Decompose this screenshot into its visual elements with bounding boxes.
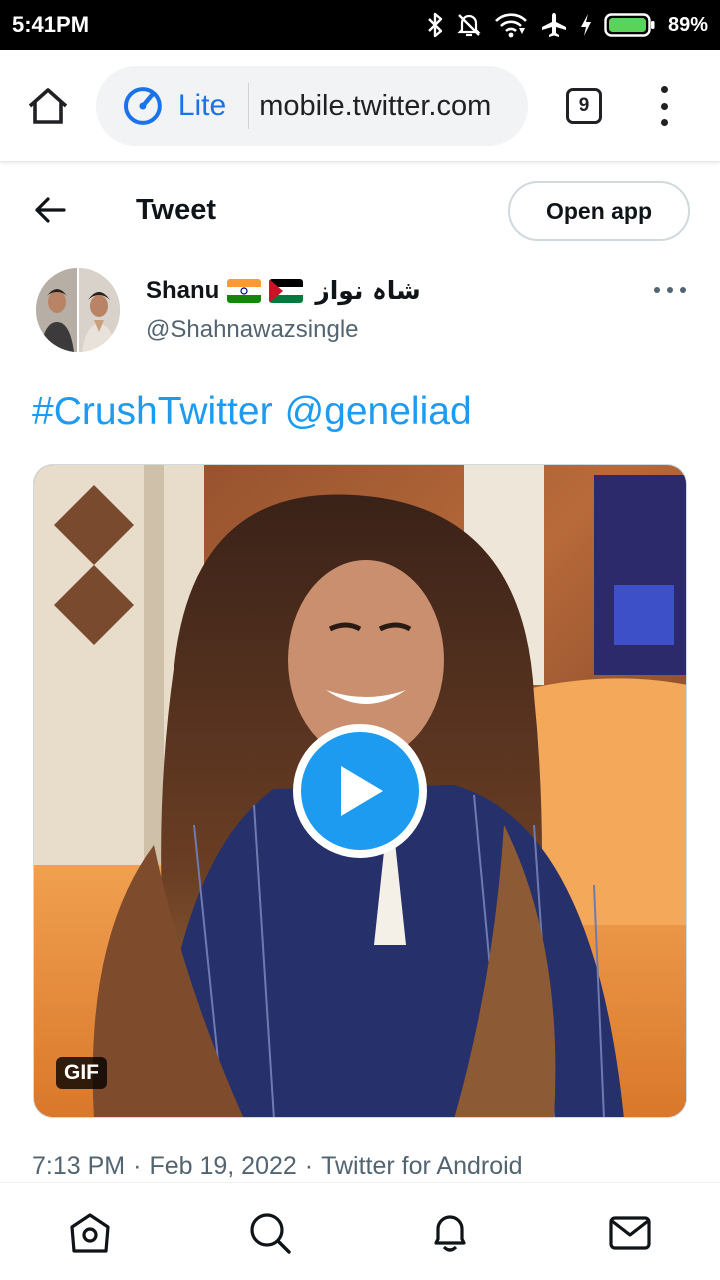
battery-icon [604, 13, 655, 37]
bell-muted-icon [457, 14, 481, 37]
author-name-urdu: شاہ نواز [315, 276, 421, 305]
url-divider [248, 83, 250, 129]
avatar-image [36, 268, 120, 352]
author-avatar[interactable] [36, 268, 120, 352]
meta-separator: · [304, 1152, 314, 1180]
status-time: 5:41PM [12, 12, 90, 37]
bluetooth-icon [428, 12, 443, 38]
author-name-text: Shanu [146, 276, 220, 304]
page-title: Tweet [136, 194, 217, 226]
author-handle[interactable]: @Shahnawazsingle [146, 316, 359, 344]
back-arrow-icon[interactable] [34, 196, 66, 224]
meta-separator: · [133, 1152, 142, 1180]
lite-mode-icon [123, 87, 162, 125]
bell-icon[interactable] [428, 1211, 472, 1255]
india-flag-icon [227, 278, 262, 303]
hashtag-link[interactable]: #CrushTwitter [32, 390, 273, 433]
url-text[interactable]: mobile.twitter.com [259, 90, 528, 123]
author-name[interactable]: Shanu شاہ نواز [146, 276, 421, 305]
mention-link[interactable]: @geneliad [285, 390, 472, 433]
gif-badge: GIF [56, 1057, 107, 1089]
browser-toolbar: Lite mobile.twitter.com 9 [0, 50, 720, 162]
address-bar[interactable]: Lite mobile.twitter.com [96, 66, 528, 146]
tweet-metadata: 7:13 PM · Feb 19, 2022 · Twitter for Android [32, 1152, 523, 1181]
tweet-date[interactable]: Feb 19, 2022 [149, 1152, 296, 1180]
open-app-button[interactable]: Open app [508, 181, 690, 241]
status-bar: 5:41PM 89% [0, 0, 720, 50]
lite-mode-label: Lite [177, 89, 227, 122]
charging-icon [580, 14, 591, 36]
tab-switcher-button[interactable]: 9 [566, 88, 602, 124]
play-button[interactable] [293, 724, 427, 858]
browser-home-icon[interactable] [26, 86, 70, 126]
play-icon [341, 766, 383, 816]
airplane-mode-icon [541, 13, 566, 37]
status-icons: 89% [426, 11, 708, 39]
more-options-icon[interactable] [654, 284, 686, 296]
home-icon[interactable] [68, 1211, 112, 1255]
browser-menu-icon[interactable] [652, 86, 676, 126]
search-icon[interactable] [248, 1211, 292, 1255]
url-value: mobile.twitter.com [259, 89, 492, 122]
bottom-navigation [0, 1182, 720, 1280]
mail-icon[interactable] [608, 1211, 652, 1255]
palestine-flag-icon [269, 278, 304, 303]
tweet-header: Tweet Open app [0, 170, 720, 252]
tweet-text: #CrushTwitter @geneliad [32, 390, 484, 434]
battery-percent: 89% [667, 13, 708, 36]
tweet-time[interactable]: 7:13 PM [32, 1152, 125, 1180]
wifi-icon [495, 13, 527, 38]
tab-count: 9 [578, 95, 590, 116]
tweet-source[interactable]: Twitter for Android [321, 1152, 522, 1180]
tweet-media[interactable]: GIF [33, 464, 687, 1118]
